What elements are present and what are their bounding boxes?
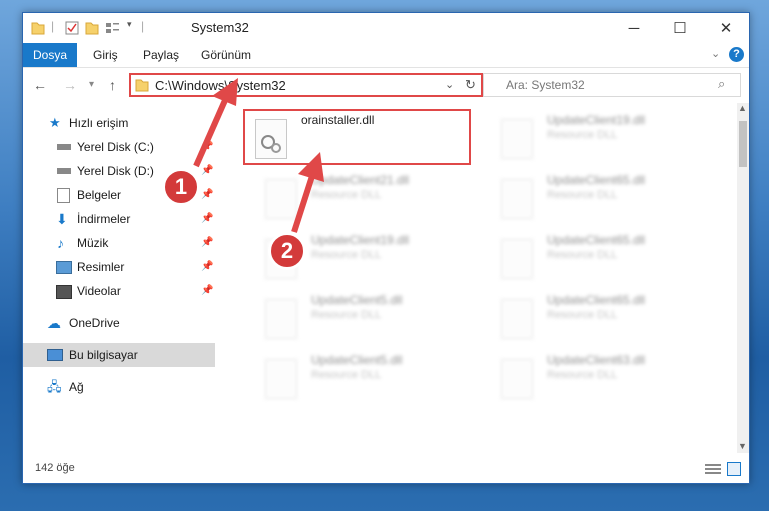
annotation-overlay: [193, 78, 324, 233]
step-1-badge: 1: [162, 168, 200, 206]
arrow-2-head: [298, 152, 324, 182]
step-2-badge: 2: [268, 232, 306, 270]
